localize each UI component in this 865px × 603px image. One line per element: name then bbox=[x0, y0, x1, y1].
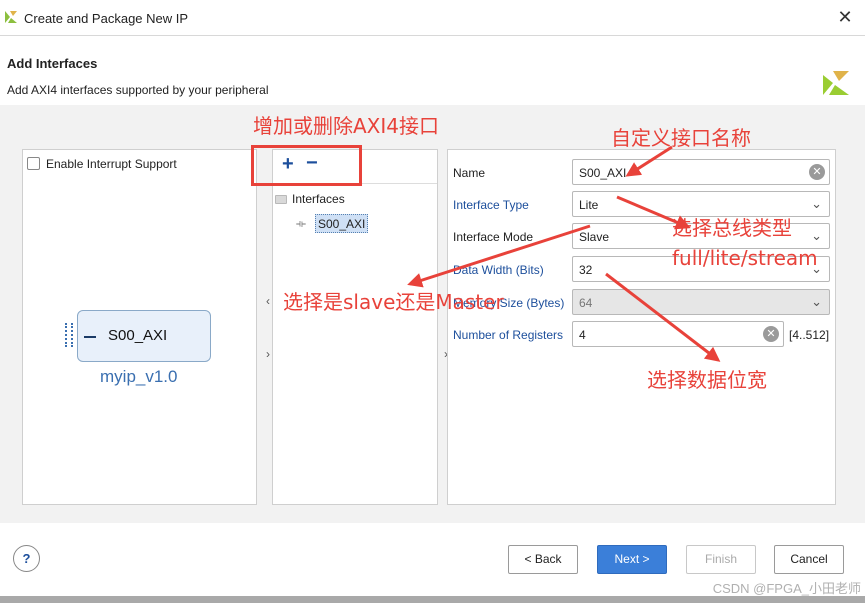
folder-icon bbox=[275, 195, 287, 204]
watermark: CSDN @FPGA_小田老师 bbox=[712, 581, 861, 596]
axi-port-icon bbox=[65, 323, 73, 347]
page-title: Add Interfaces bbox=[7, 56, 98, 71]
back-button[interactable]: < Back bbox=[508, 545, 578, 574]
ip-block: S00_AXI bbox=[65, 310, 211, 362]
interrupt-checkbox[interactable] bbox=[27, 157, 40, 170]
name-row: Name S00_AXI ✕ bbox=[448, 159, 837, 185]
page-subtitle: Add AXI4 interfaces supported by your pe… bbox=[7, 83, 269, 97]
interface-mode-label: Interface Mode bbox=[453, 230, 534, 244]
memory-size-row: Memory Size (Bytes) 64 ⌄ bbox=[448, 289, 837, 315]
name-value: S00_AXI bbox=[579, 166, 627, 180]
data-width-label: Data Width (Bits) bbox=[453, 263, 544, 277]
wizard-footer: ? < Back Next > Finish Cancel CSDN @FPGA… bbox=[0, 523, 865, 603]
clear-icon[interactable]: ✕ bbox=[809, 164, 825, 180]
chevron-down-icon[interactable]: ⌄ bbox=[811, 228, 822, 244]
ip-block-name: S00_AXI bbox=[108, 327, 168, 344]
annotation-bus-type-options: full/lite/stream bbox=[672, 246, 818, 270]
tree-item-s00-axi[interactable]: S00_AXI bbox=[315, 214, 369, 233]
ip-name: myip_v1.0 bbox=[100, 367, 178, 386]
annotation-slave-master: 选择是slave还是Master bbox=[283, 290, 504, 314]
name-label: Name bbox=[453, 166, 486, 180]
title-bar: Create and Package New IP ✕ bbox=[0, 0, 865, 36]
help-button[interactable]: ? bbox=[13, 545, 40, 572]
finish-button: Finish bbox=[686, 545, 756, 574]
port-bar bbox=[84, 336, 96, 338]
window-title: Create and Package New IP bbox=[24, 11, 189, 26]
interfaces-panel: + − Interfaces ⟛ S00_AXI bbox=[272, 149, 438, 505]
num-registers-value: 4 bbox=[579, 328, 586, 342]
interface-type-value: Lite bbox=[579, 198, 599, 212]
annotation-add-remove: 增加或删除AXI4接口 bbox=[253, 114, 440, 138]
annotation-custom-name: 自定义接口名称 bbox=[611, 126, 751, 150]
close-icon[interactable]: ✕ bbox=[835, 7, 855, 27]
num-registers-field[interactable]: 4 ✕ bbox=[572, 321, 784, 347]
vivado-brand-icon bbox=[823, 71, 849, 95]
interface-type-label: Interface Type bbox=[453, 198, 529, 212]
memory-size-select: 64 ⌄ bbox=[572, 289, 830, 315]
properties-panel: Name S00_AXI ✕ Interface Type Lite ⌄ Int… bbox=[447, 149, 836, 505]
cancel-button[interactable]: Cancel bbox=[774, 545, 844, 574]
num-registers-range: [4..512] bbox=[789, 328, 830, 342]
annotation-bus-type: 选择总线类型 bbox=[672, 216, 792, 240]
taskbar-strip bbox=[0, 596, 865, 603]
interface-mode-value: Slave bbox=[579, 230, 610, 244]
chevron-down-icon[interactable]: ⌄ bbox=[811, 196, 822, 212]
interrupt-label: Enable Interrupt Support bbox=[46, 157, 177, 171]
clear-icon[interactable]: ✕ bbox=[763, 326, 779, 342]
name-field[interactable]: S00_AXI ✕ bbox=[572, 159, 830, 185]
vivado-logo-icon bbox=[5, 11, 17, 23]
annotation-data-width: 选择数据位宽 bbox=[647, 368, 767, 392]
data-width-value: 32 bbox=[579, 263, 593, 277]
chevron-down-icon: ⌄ bbox=[811, 294, 822, 309]
add-remove-highlight bbox=[251, 145, 362, 186]
ip-preview-panel: Enable Interrupt Support S00_AXI myip_v1… bbox=[22, 149, 257, 505]
bus-interface-icon: ⟛ bbox=[296, 218, 306, 230]
num-registers-row: Number of Registers 4 ✕ [4..512] bbox=[448, 321, 837, 347]
next-button[interactable]: Next > bbox=[597, 545, 667, 574]
memory-size-value: 64 bbox=[579, 296, 593, 310]
tree-root-interfaces[interactable]: Interfaces bbox=[292, 192, 345, 206]
page-header: Add Interfaces Add AXI4 interfaces suppo… bbox=[0, 37, 865, 105]
num-registers-label: Number of Registers bbox=[453, 328, 564, 342]
